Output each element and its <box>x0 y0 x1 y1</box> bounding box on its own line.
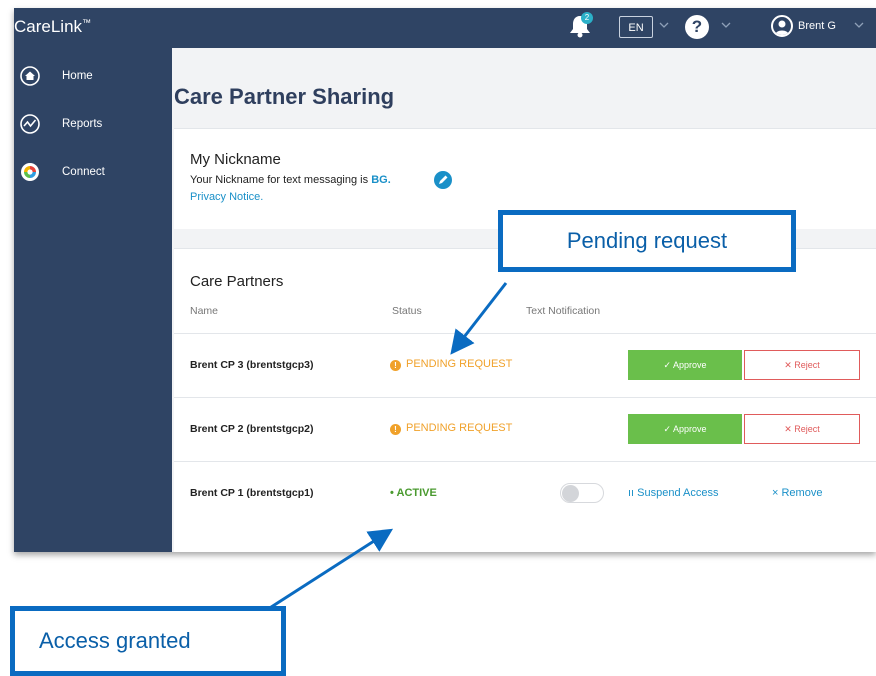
toggle-knob <box>562 485 579 502</box>
remove-button[interactable]: × Remove <box>772 487 822 499</box>
alert-icon: ! <box>390 360 401 371</box>
status-badge: ! PENDING REQUEST <box>390 422 512 435</box>
pending-request-callout: Pending request <box>498 210 796 272</box>
app-window: CareLink™ 2 EN ? Brent G Home Reports Co… <box>14 8 876 552</box>
sidebar-item-reports[interactable]: Reports <box>14 110 172 140</box>
reports-icon <box>20 114 40 134</box>
care-partners-title: Care Partners <box>190 273 284 290</box>
approve-button[interactable]: ✓ Approve <box>628 414 742 444</box>
nickname-title: My Nickname <box>190 151 281 168</box>
reject-button[interactable]: ✕ Reject <box>744 414 860 444</box>
chevron-down-icon[interactable] <box>721 20 731 30</box>
sidebar-item-label: Reports <box>62 118 103 130</box>
status-badge: ! PENDING REQUEST <box>390 358 512 371</box>
top-bar: CareLink™ 2 EN ? Brent G <box>14 8 876 48</box>
sidebar-item-home[interactable]: Home <box>14 62 172 92</box>
column-header-name: Name <box>190 305 219 317</box>
chevron-down-icon[interactable] <box>854 20 864 30</box>
privacy-notice-link[interactable]: Privacy Notice. <box>190 191 263 203</box>
table-row: Brent CP 2 (brentstgcp2) ! PENDING REQUES… <box>174 397 876 462</box>
sidebar-item-connect[interactable]: Connect <box>14 158 172 188</box>
user-name[interactable]: Brent G <box>798 20 836 32</box>
partner-name: Brent CP 1 (brentstgcp1) <box>190 487 314 499</box>
suspend-access-button[interactable]: ıı Suspend Access <box>628 487 719 499</box>
access-granted-callout: Access granted <box>10 606 286 676</box>
help-icon[interactable]: ? <box>685 15 709 39</box>
status-badge: • ACTIVE <box>390 487 437 499</box>
reject-button[interactable]: ✕ Reject <box>744 350 860 380</box>
table-row: Brent CP 3 (brentstgcp3) ! PENDING REQUES… <box>174 333 876 398</box>
page-title: Care Partner Sharing <box>174 84 395 109</box>
nickname-text: Your Nickname for text messaging is BG. <box>190 174 391 186</box>
column-header-text-notification: Text Notification <box>526 305 601 317</box>
alert-icon: ! <box>390 424 401 435</box>
notifications-bell-icon[interactable]: 2 <box>569 12 593 40</box>
nickname-code: BG. <box>371 174 391 186</box>
app-logo[interactable]: CareLink™ <box>14 17 91 37</box>
edit-pencil-icon[interactable] <box>434 171 452 189</box>
connect-icon <box>21 163 39 181</box>
sidebar-item-label: Home <box>62 70 93 82</box>
column-header-status: Status <box>392 305 422 317</box>
user-avatar-icon[interactable] <box>771 15 793 37</box>
care-partners-card: Care Partners Name Status Text Notificat… <box>174 248 876 552</box>
approve-button[interactable]: ✓ Approve <box>628 350 742 380</box>
sidebar-item-label: Connect <box>62 166 105 178</box>
notification-count-badge: 2 <box>581 12 593 24</box>
language-selector[interactable]: EN <box>619 16 653 38</box>
partner-name: Brent CP 2 (brentstgcp2) <box>190 423 314 435</box>
chevron-down-icon[interactable] <box>659 20 669 30</box>
pencil-icon <box>439 175 448 184</box>
partner-name: Brent CP 3 (brentstgcp3) <box>190 359 314 371</box>
person-icon <box>775 20 789 35</box>
table-row: Brent CP 1 (brentstgcp1) • ACTIVE ıı Sus… <box>174 461 876 526</box>
text-notification-toggle[interactable] <box>560 483 604 503</box>
home-icon <box>20 66 40 86</box>
sidebar: Home Reports Connect <box>14 48 172 552</box>
